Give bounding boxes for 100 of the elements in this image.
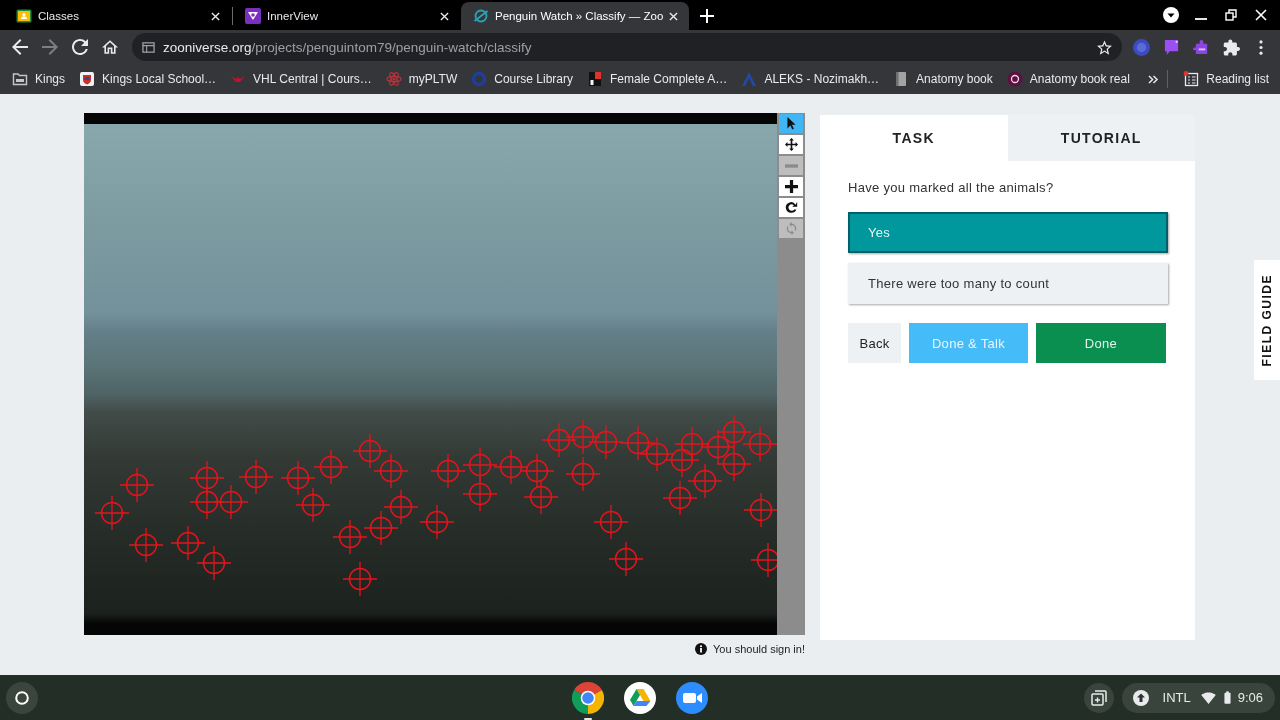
- wifi-icon: [1200, 691, 1216, 704]
- crosshair-icon: [493, 449, 529, 485]
- forward-arrow-icon: [42, 39, 58, 55]
- done-button[interactable]: Done: [1036, 323, 1166, 363]
- speech-bubble-icon: [1162, 38, 1180, 56]
- crosshair-icon: [94, 495, 130, 531]
- bookmark-item[interactable]: ALEKS - Nozimakh…: [734, 67, 887, 91]
- atom-icon: [385, 71, 402, 87]
- crosshair-icon: [313, 449, 349, 485]
- bookmark-item[interactable]: Course Library: [464, 67, 580, 91]
- network-icon: [245, 8, 261, 24]
- crosshair-icon: [639, 436, 675, 472]
- page-icon: [142, 40, 155, 54]
- field-guide-tab[interactable]: FIELD GUIDE: [1254, 260, 1280, 380]
- clock-time: 9:06: [1237, 690, 1263, 705]
- crosshair-icon: [170, 525, 206, 561]
- close-icon: [1255, 9, 1267, 21]
- bookmark-item[interactable]: Kings Local School…: [72, 67, 224, 91]
- star-icon[interactable]: [1097, 39, 1112, 55]
- list-icon: [1183, 71, 1200, 87]
- crosshair-icon: [519, 453, 555, 489]
- cursor-icon: [784, 117, 798, 130]
- select-tool-button[interactable]: [779, 114, 803, 133]
- input-method-label: INTL: [1162, 690, 1191, 705]
- bookmark-item[interactable]: Female Complete A…: [580, 67, 735, 91]
- minus-icon: [784, 163, 798, 168]
- browser-tab[interactable]: Penguin Watch » Classify — Zoo: [461, 2, 689, 30]
- zoom-in-button[interactable]: [779, 177, 803, 196]
- disc-icon: [1006, 71, 1023, 87]
- circle-icon: [15, 690, 29, 705]
- sync-icon: [784, 222, 798, 235]
- crosshair-icon: [383, 489, 419, 525]
- task-question: Have you marked all the animals?: [848, 180, 1055, 195]
- crosshair-icon: [119, 467, 155, 503]
- home-icon: [102, 39, 118, 55]
- crosshair-icon: [213, 484, 249, 520]
- close-icon[interactable]: [669, 11, 679, 21]
- crosshair-icon: [700, 429, 736, 465]
- plus-icon[interactable]: [700, 9, 714, 23]
- crosshair-icon: [295, 487, 331, 523]
- reload-icon: [72, 39, 88, 55]
- bookmark-item[interactable]: VHL Central | Cours…: [223, 67, 379, 91]
- crosshair-icon: [687, 463, 723, 499]
- close-icon[interactable]: [211, 11, 220, 21]
- crosshair-icon: [128, 527, 164, 563]
- bookmark-item[interactable]: myPLTW: [378, 67, 465, 91]
- bookmark-item[interactable]: Anatomy book real: [999, 67, 1137, 91]
- up-arrow-circle-icon: [1132, 689, 1149, 706]
- folder-icon: [12, 71, 28, 87]
- back-arrow-icon: [12, 39, 28, 55]
- reading-list-button[interactable]: Reading list: [1176, 67, 1276, 91]
- crosshair-icon: [419, 504, 455, 540]
- bookmark-item[interactable]: Kings: [5, 67, 73, 91]
- ring-slash-icon: [473, 8, 489, 24]
- crosshair-icon: [523, 479, 559, 515]
- crest-icon: [79, 71, 96, 87]
- video-camera-icon: [676, 681, 708, 714]
- move-icon: [784, 138, 798, 151]
- crosshair-icon: [674, 426, 710, 462]
- crosshair-icon: [593, 504, 629, 540]
- crosshair-icon: [332, 519, 368, 555]
- caret-down-icon: [1163, 7, 1179, 23]
- browser-tab[interactable]: InnerView: [233, 2, 461, 30]
- crosshair-icon: [342, 561, 378, 597]
- crosshair-icon: [430, 453, 466, 489]
- restore-icon: [1225, 9, 1237, 21]
- close-icon[interactable]: [440, 11, 449, 21]
- crosshair-icon: [588, 424, 624, 460]
- address-url: zooniverse.org/projects/penguintom79/penguin-watch/classify: [163, 39, 532, 55]
- crosshair-icon: [280, 460, 316, 496]
- rotate-button[interactable]: [779, 198, 803, 217]
- pan-tool-button[interactable]: [779, 135, 803, 154]
- tray-icon: [1090, 689, 1107, 706]
- puzzle-icon: [1222, 38, 1240, 56]
- answer-option[interactable]: There were too many to count: [848, 263, 1168, 304]
- crosshair-icon: [750, 542, 777, 578]
- chrome-logo-icon: [572, 681, 604, 714]
- panel-tab[interactable]: TUTORIAL: [1007, 115, 1195, 161]
- crosshair-icon: [363, 510, 399, 546]
- double-chevron-icon[interactable]: [1148, 74, 1160, 84]
- peak-icon: [741, 71, 758, 87]
- crosshair-icon: [196, 545, 232, 581]
- launcher-button[interactable]: [6, 681, 38, 714]
- crosshair-icon: [565, 456, 601, 492]
- crosshair-icon: [662, 480, 698, 516]
- blocks-icon: [587, 71, 603, 87]
- crosshair-icon: [742, 426, 777, 462]
- rotate-icon: [784, 201, 798, 214]
- status-area[interactable]: INTL 9:06: [1121, 682, 1275, 713]
- crosshair-icon: [743, 492, 777, 528]
- crosshair-icon: [608, 541, 644, 577]
- back-button[interactable]: Back: [848, 323, 901, 363]
- disc-icon: [1132, 38, 1150, 56]
- address-bar[interactable]: zooniverse.org/projects/penguintom79/penguin-watch/classify: [132, 33, 1122, 61]
- crosshair-icon: [541, 422, 577, 458]
- browser-tab[interactable]: Classes: [4, 2, 232, 30]
- holding-space-button[interactable]: [1083, 682, 1114, 713]
- triangle-logo-icon: [624, 681, 656, 714]
- bookmark-item[interactable]: Anatomy book: [886, 67, 1000, 91]
- menu-icon: [1259, 39, 1263, 55]
